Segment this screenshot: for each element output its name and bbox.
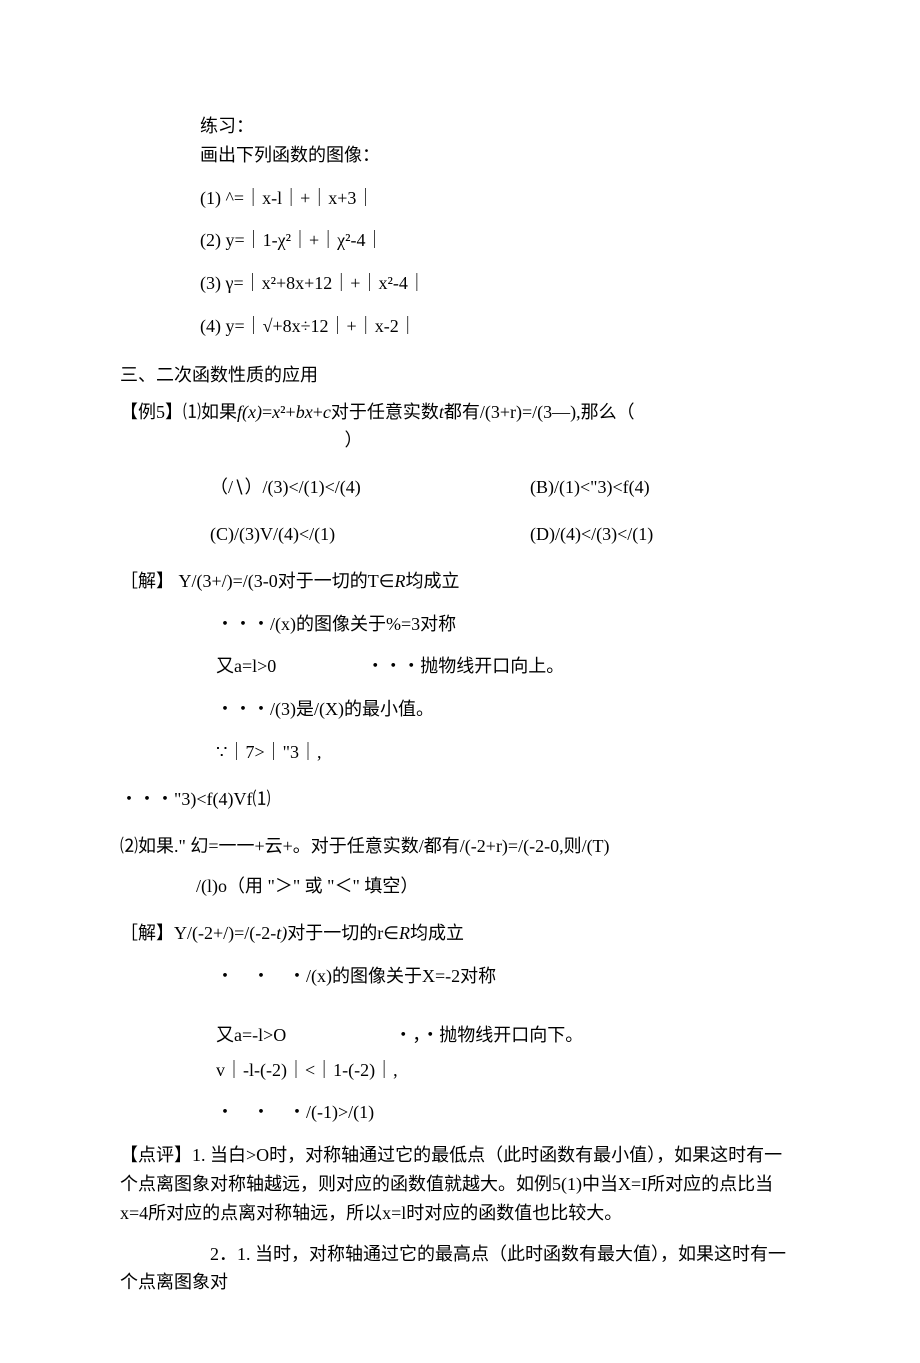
solution1-label: ［解】 Y/(3+/)=/(3-0对于一切的T∈R均成立	[120, 567, 800, 596]
sol1-line-2: 又a=l>0 ・・・抛物线开口向上。	[216, 652, 800, 681]
sol1-line-3: ・・・/(3)是/(X)的最小值。	[216, 695, 800, 724]
option-a: （/∖）/(3)</(1)</(4)	[210, 473, 530, 502]
sol2-line-3: v｜-l-(-2)｜<｜1-(-2)｜,	[216, 1056, 800, 1085]
sol2-line-4: ・ ・ ・/(-1)>/(1)	[216, 1098, 800, 1127]
option-c: (C)/(3)V/(4)</(1)	[210, 520, 530, 549]
sol2-line-2: 又a=-l>O ・，・抛物线开口向下。	[216, 1021, 800, 1050]
comment-p2: 2．1. 当时，对称轴通过它的最高点（此时函数有最大值），如果这时有一个点离图象…	[120, 1240, 800, 1298]
sol1-line-1: ・・・/(x)的图像关于%=3对称	[216, 610, 800, 639]
solution2-label: ［解】Y/(-2+/)=/(-2-t)对于一切的r∈R均成立	[120, 919, 800, 948]
sol2-line-1: ・ ・ ・/(x)的图像关于X=-2对称	[216, 962, 800, 991]
section-3-heading: 三、二次函数性质的应用	[120, 361, 800, 390]
example5-q1-intro: 【例5】⑴如果f(x)=x²+bx+c对于任意实数t都有/(3+r)=/(3—)…	[120, 402, 635, 422]
sol1-line-4: ∵｜7>｜"3｜,	[216, 738, 800, 767]
example5-q1-close: ）	[345, 430, 363, 450]
comment-p1: 【点评】1. 当白>O时，对称轴通过它的最低点（此时函数有最小值），如果这时有一…	[120, 1141, 800, 1227]
practice-title: 练习：	[200, 112, 800, 141]
sol1-conclusion: ・・・"3)<f(4)Vf⑴	[120, 785, 800, 814]
example5-q1: 【例5】⑴如果f(x)=x²+bx+c对于任意实数t都有/(3+r)=/(3—)…	[120, 398, 800, 456]
practice-item-4: (4) y=｜√+8x÷12｜+｜x-2｜	[200, 312, 800, 341]
practice-item-3: (3) γ=｜x²+8x+12｜+｜x²-4｜	[200, 269, 800, 298]
option-d: (D)/(4)</(3)</(1)	[530, 520, 790, 549]
example5-q2-fill: /(l)o（用 "＞" 或 "＜" 填空）	[160, 872, 800, 901]
option-b: (B)/(1)<"3)<f(4)	[530, 473, 790, 502]
practice-item-2: (2) y=｜1-χ²｜+｜χ²-4｜	[200, 226, 800, 255]
practice-item-1: (1) ^=｜x-l｜+｜x+3｜	[200, 184, 800, 213]
example5-q2-intro: ⑵如果." 幻=一一+云+。对于任意实数/都有/(-2+r)=/(-2-0,则/…	[120, 832, 800, 861]
practice-prompt: 画出下列函数的图像：	[200, 141, 800, 170]
